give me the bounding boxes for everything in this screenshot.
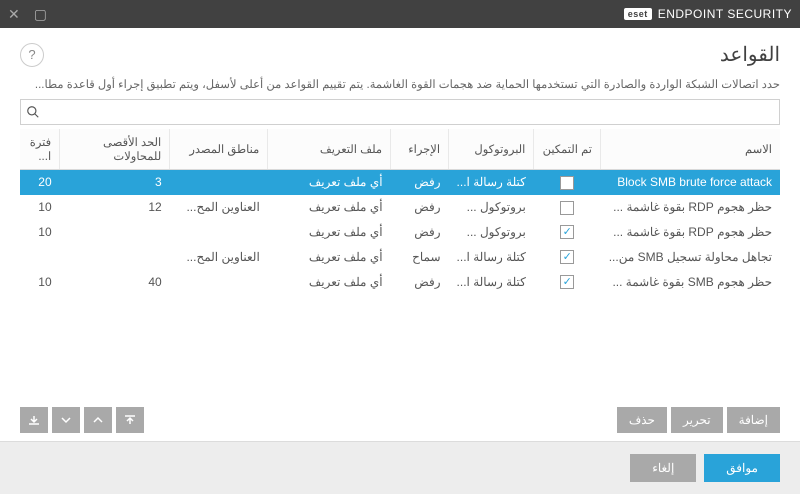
cell-profile: أي ملف تعريف [268,195,391,220]
delete-button[interactable]: حذف [617,407,667,433]
cell-maxattempts: 12 [60,195,170,220]
cell-source: العناوين المح... [170,195,268,220]
window-controls: ✕ ▢ [8,6,47,23]
brand: eset ENDPOINT SECURITY [624,7,792,21]
cell-profile: أي ملف تعريف [268,269,391,294]
cell-action: رفض [391,195,449,220]
cell-source: العناوين المح... [170,244,268,269]
cell-action: رفض [391,220,449,245]
maximize-icon[interactable]: ▢ [34,6,47,23]
col-protocol[interactable]: البروتوكول [449,129,534,170]
search-row [0,99,800,129]
titlebar: ✕ ▢ eset ENDPOINT SECURITY [0,0,800,28]
cell-name: تجاهل محاولة تسجيل SMB من... [601,244,780,269]
col-profile[interactable]: ملف التعريف [268,129,391,170]
table-row[interactable]: حظر هجوم RDP بقوة غاشمة ... بروتوكول ...ر… [20,195,780,220]
cell-source [170,269,268,294]
enabled-checkbox[interactable] [560,225,574,239]
cell-protocol: كتلة رسالة ا... [449,244,534,269]
cell-name: حظر هجوم RDP بقوة غاشمة ... [601,195,780,220]
search-input[interactable] [20,99,780,125]
cell-source [170,220,268,245]
cell-source [170,170,268,195]
page-description: حدد اتصالات الشبكة الواردة والصادرة التي… [0,77,800,99]
cell-name: حظر هجوم RDP بقوة غاشمة ... [601,220,780,245]
move-down-button[interactable] [52,407,80,433]
brand-badge: eset [624,8,652,20]
move-up-button[interactable] [84,407,112,433]
cell-period [20,244,60,269]
ok-button[interactable]: موافق [704,454,780,482]
col-action[interactable]: الإجراء [391,129,449,170]
table-row[interactable]: تجاهل محاولة تسجيل SMB من... كتلة رسالة ا… [20,244,780,269]
rules-table: الاسم تم التمكين البروتوكول الإجراء ملف … [20,129,780,294]
cell-name: Block SMB brute force attack [601,170,780,195]
cell-protocol: بروتوكول ... [449,195,534,220]
cell-enabled[interactable] [534,244,601,269]
table-row[interactable]: Block SMB brute force attack كتلة رسالة ا… [20,170,780,195]
table-header-row: الاسم تم التمكين البروتوكول الإجراء ملف … [20,129,780,170]
cell-period: 10 [20,195,60,220]
table-row[interactable]: حظر هجوم RDP بقوة غاشمة ... بروتوكول ...ر… [20,220,780,245]
col-source[interactable]: مناطق المصدر [170,129,268,170]
footer: إلغاء موافق [0,441,800,494]
cell-profile: أي ملف تعريف [268,170,391,195]
cell-action: رفض [391,269,449,294]
col-period[interactable]: فترة ا... [20,129,60,170]
brand-text: ENDPOINT SECURITY [658,7,792,21]
cell-enabled[interactable] [534,195,601,220]
col-name[interactable]: الاسم [601,129,780,170]
cell-maxattempts [60,220,170,245]
enabled-checkbox[interactable] [560,201,574,215]
cell-profile: أي ملف تعريف [268,220,391,245]
cell-maxattempts: 40 [60,269,170,294]
cell-protocol: كتلة رسالة ا... [449,170,534,195]
close-icon[interactable]: ✕ [8,6,20,23]
cell-period: 20 [20,170,60,195]
cell-name: حظر هجوم SMB بقوة غاشمة ... [601,269,780,294]
add-button[interactable]: إضافة [727,407,780,433]
move-top-button[interactable] [116,407,144,433]
table-row[interactable]: حظر هجوم SMB بقوة غاشمة ... كتلة رسالة ا.… [20,269,780,294]
col-maxattempts[interactable]: الحد الأقصى للمحاولات [60,129,170,170]
move-bottom-button[interactable] [20,407,48,433]
page-header: القواعد ? [0,28,800,77]
search-icon[interactable] [26,105,40,119]
enabled-checkbox[interactable] [560,250,574,264]
cell-action: رفض [391,170,449,195]
cell-maxattempts: 3 [60,170,170,195]
enabled-checkbox[interactable] [560,176,574,190]
edit-button[interactable]: تحرير [671,407,723,433]
actions-row: إضافة تحرير حذف [0,399,800,441]
enabled-checkbox[interactable] [560,275,574,289]
cell-protocol: بروتوكول ... [449,220,534,245]
cell-enabled[interactable] [534,220,601,245]
cell-action: سماح [391,244,449,269]
cell-period: 10 [20,220,60,245]
cell-profile: أي ملف تعريف [268,244,391,269]
cancel-button[interactable]: إلغاء [630,454,696,482]
page-title: القواعد [720,42,780,67]
col-enabled[interactable]: تم التمكين [534,129,601,170]
cell-protocol: كتلة رسالة ا... [449,269,534,294]
help-button[interactable]: ? [20,43,44,67]
cell-maxattempts [60,244,170,269]
cell-period: 10 [20,269,60,294]
cell-enabled[interactable] [534,269,601,294]
cell-enabled[interactable] [534,170,601,195]
